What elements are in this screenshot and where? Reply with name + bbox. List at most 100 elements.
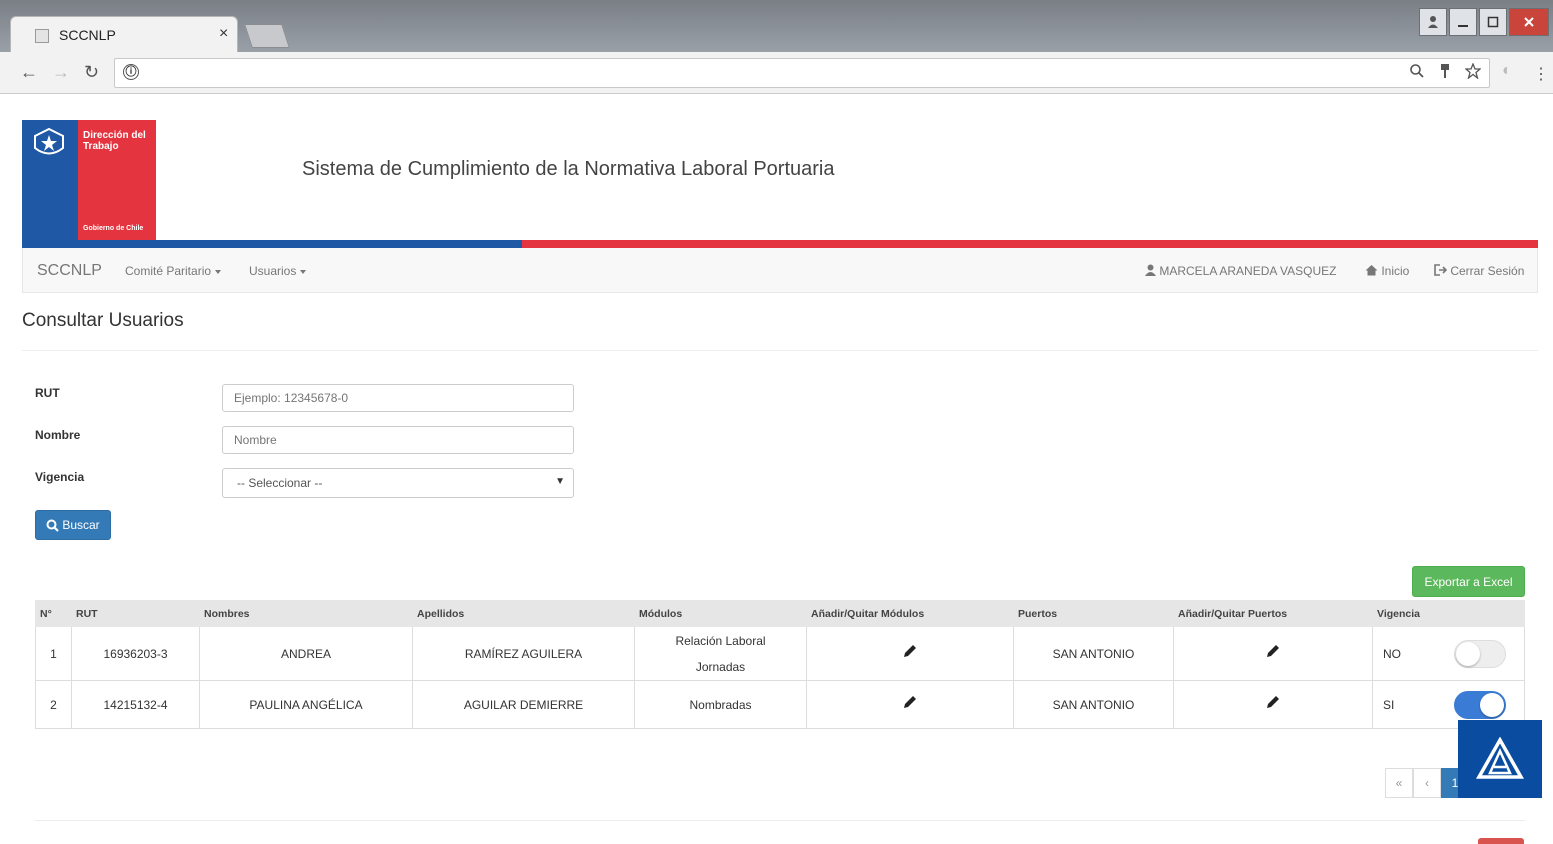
window-controls: [1419, 8, 1549, 36]
bookmark-star-icon[interactable]: [1465, 63, 1481, 79]
cell-nombres: ANDREA: [199, 626, 413, 681]
users-table: N° RUT Nombres Apellidos Módulos Añadir/…: [35, 600, 1525, 729]
cell-number: 2: [35, 680, 72, 729]
vigencia-toggle[interactable]: [1454, 639, 1506, 668]
tab-close-icon[interactable]: ×: [219, 25, 228, 43]
modulo-item: Nombradas: [689, 697, 752, 712]
vigencia-text: NO: [1383, 646, 1401, 661]
logout-label: Cerrar Sesión: [1450, 264, 1525, 278]
page-content: Dirección del Trabajo Gobierno de Chile …: [8, 94, 1553, 844]
logout-icon: [1434, 264, 1448, 276]
col-header: Añadir/Quitar Módulos: [806, 600, 1014, 627]
vigencia-select[interactable]: -- Seleccionar -- ▼: [222, 468, 574, 498]
chevron-down-icon: [215, 269, 222, 274]
nombre-label: Nombre: [35, 428, 81, 442]
col-header: Módulos: [634, 600, 807, 627]
export-excel-button[interactable]: Exportar a Excel: [1412, 566, 1525, 597]
page-prev-button[interactable]: ‹: [1413, 768, 1441, 798]
edit-ports-pencil-icon[interactable]: [1265, 694, 1281, 715]
extension-icon[interactable]: ◐: [1502, 62, 1512, 80]
rut-input[interactable]: [222, 384, 574, 412]
search-button[interactable]: Buscar: [35, 510, 111, 540]
cell-rut: 14215132-4: [71, 680, 200, 729]
direccion-trabajo-logo: Dirección del Trabajo Gobierno de Chile: [22, 120, 156, 242]
address-bar[interactable]: ⓘ: [114, 58, 1490, 88]
cell-apellidos: AGUILAR DEMIERRE: [412, 680, 635, 729]
table-row: 2 14215132-4 PAULINA ANGÉLICA AGUILAR DE…: [35, 680, 1525, 729]
page-first-button[interactable]: «: [1385, 768, 1413, 798]
dropdown-arrow-icon: ▼: [555, 476, 565, 487]
cell-puertos: SAN ANTONIO: [1013, 680, 1174, 729]
coat-of-arms-icon: [28, 126, 70, 160]
cell-nombres: PAULINA ANGÉLICA: [199, 680, 413, 729]
pagination: « ‹ 1: [1385, 768, 1469, 798]
main-navbar: SCCNLP Comité Paritario Usuarios MARCELA…: [22, 248, 1538, 293]
modulo-item: Relación Laboral: [675, 633, 766, 648]
browser-menu-icon[interactable]: ⋮: [1533, 64, 1549, 84]
maximize-icon[interactable]: [1479, 8, 1507, 36]
vigencia-toggle[interactable]: [1454, 690, 1506, 719]
browser-tab[interactable]: SCCNLP ×: [10, 16, 238, 52]
rut-label: RUT: [35, 386, 60, 400]
cell-vigencia: NO: [1372, 626, 1525, 681]
vigencia-text: SI: [1383, 697, 1395, 712]
flag-stripe: [22, 240, 1538, 248]
logo-title: Dirección del Trabajo: [83, 130, 146, 152]
col-header: Nombres: [199, 600, 413, 627]
back-icon[interactable]: ←: [20, 62, 38, 83]
home-link[interactable]: Inicio: [1365, 264, 1409, 278]
close-window-icon[interactable]: [1509, 8, 1549, 36]
tab-title: SCCNLP: [59, 27, 116, 43]
logo-subtitle: Gobierno de Chile: [83, 225, 144, 232]
site-title: Sistema de Cumplimiento de la Normativa …: [302, 158, 835, 180]
logout-link[interactable]: Cerrar Sesión: [1434, 264, 1524, 278]
accessibility-widget-button[interactable]: [1458, 720, 1542, 798]
edit-modules-pencil-icon[interactable]: [902, 643, 918, 664]
user-profile-icon[interactable]: [1419, 8, 1447, 36]
vigencia-selected-value: -- Seleccionar --: [237, 476, 323, 490]
cell-edit-puertos: [1173, 680, 1373, 729]
new-tab-button[interactable]: [244, 24, 290, 48]
page-title: Consultar Usuarios: [22, 310, 184, 331]
edit-ports-pencil-icon[interactable]: [1265, 643, 1281, 664]
user-menu[interactable]: MARCELA ARANEDA VASQUEZ: [1145, 264, 1337, 278]
cell-modulos: Nombradas: [634, 680, 807, 729]
col-header: Puertos: [1013, 600, 1174, 627]
footer-red-button[interactable]: [1478, 838, 1524, 844]
edit-modules-pencil-icon[interactable]: [902, 694, 918, 715]
navbar-brand[interactable]: SCCNLP: [37, 262, 102, 280]
nombre-input[interactable]: [222, 426, 574, 454]
browser-toolbar: ← → ↻ ⓘ ⋮: [0, 52, 1553, 94]
forward-icon[interactable]: →: [52, 62, 70, 83]
cell-number: 1: [35, 626, 72, 681]
cell-edit-modulos: [806, 626, 1014, 681]
browser-titlebar: SCCNLP ×: [0, 0, 1553, 52]
menu-usuarios[interactable]: Usuarios: [249, 264, 307, 278]
table-row: 1 16936203-3 ANDREA RAMÍREZ AGUILERA Rel…: [35, 626, 1525, 681]
cell-edit-modulos: [806, 680, 1014, 729]
table-header-row: N° RUT Nombres Apellidos Módulos Añadir/…: [35, 600, 1525, 627]
cell-rut: 16936203-3: [71, 626, 200, 681]
home-icon: [1365, 265, 1378, 276]
zoom-icon[interactable]: [1409, 63, 1425, 79]
col-header: Añadir/Quitar Puertos: [1173, 600, 1373, 627]
chevron-down-icon: [300, 269, 307, 274]
user-name: MARCELA ARANEDA VASQUEZ: [1159, 264, 1337, 278]
col-header: Vigencia: [1372, 600, 1525, 627]
page-favicon-icon: [35, 29, 49, 43]
menu-comite-paritario[interactable]: Comité Paritario: [125, 264, 222, 278]
modulo-item: Jornadas: [695, 659, 746, 674]
col-header: RUT: [71, 600, 200, 627]
pin-icon[interactable]: [1439, 63, 1451, 79]
reload-icon[interactable]: ↻: [84, 62, 99, 83]
cell-edit-puertos: [1173, 626, 1373, 681]
search-button-label: Buscar: [62, 518, 100, 532]
cell-puertos: SAN ANTONIO: [1013, 626, 1174, 681]
minimize-icon[interactable]: [1449, 8, 1477, 36]
divider: [22, 350, 1538, 351]
divider: [35, 820, 1525, 821]
cell-modulos: Relación Laboral Jornadas: [634, 626, 807, 681]
site-info-icon[interactable]: ⓘ: [123, 64, 139, 80]
accessibility-icon: [1476, 737, 1524, 779]
cell-apellidos: RAMÍREZ AGUILERA: [412, 626, 635, 681]
